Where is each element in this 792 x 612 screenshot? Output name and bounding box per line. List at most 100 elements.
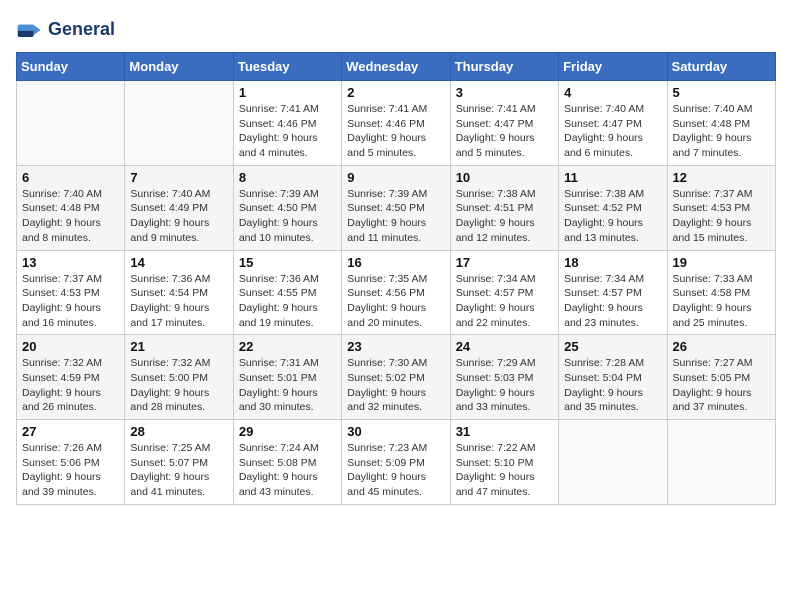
weekday-header: Wednesday	[342, 53, 450, 81]
day-info: Sunrise: 7:40 AMSunset: 4:48 PMDaylight:…	[673, 102, 770, 161]
day-number: 6	[22, 170, 119, 185]
weekday-header: Sunday	[17, 53, 125, 81]
calendar-day-cell: 23Sunrise: 7:30 AMSunset: 5:02 PMDayligh…	[342, 335, 450, 420]
day-info: Sunrise: 7:35 AMSunset: 4:56 PMDaylight:…	[347, 272, 444, 331]
calendar-day-cell: 25Sunrise: 7:28 AMSunset: 5:04 PMDayligh…	[559, 335, 667, 420]
day-info: Sunrise: 7:39 AMSunset: 4:50 PMDaylight:…	[347, 187, 444, 246]
calendar-day-cell: 1Sunrise: 7:41 AMSunset: 4:46 PMDaylight…	[233, 81, 341, 166]
day-number: 3	[456, 85, 553, 100]
day-info: Sunrise: 7:34 AMSunset: 4:57 PMDaylight:…	[564, 272, 661, 331]
calendar-day-cell: 20 Sunrise: 7:32 AMSunset: 4:59 PMDayligh…	[17, 335, 125, 420]
calendar-day-cell: 11 Sunrise: 7:38 AMSunset: 4:52 PMDayligh…	[559, 165, 667, 250]
day-info: Sunrise: 7:36 AMSunset: 4:54 PMDaylight:…	[130, 272, 227, 331]
calendar-day-cell: 29Sunrise: 7:24 AMSunset: 5:08 PMDayligh…	[233, 420, 341, 505]
calendar-day-cell: 9 Sunrise: 7:39 AMSunset: 4:50 PMDaylight…	[342, 165, 450, 250]
weekday-header: Saturday	[667, 53, 775, 81]
day-info: Sunrise: 7:40 AMSunset: 4:47 PMDaylight:…	[564, 102, 661, 161]
calendar-day-cell: 28 Sunrise: 7:25 AMSunset: 5:07 PMDayligh…	[125, 420, 233, 505]
calendar-day-cell: 5 Sunrise: 7:40 AMSunset: 4:48 PMDaylight…	[667, 81, 775, 166]
calendar-table: SundayMondayTuesdayWednesdayThursdayFrid…	[16, 52, 776, 505]
calendar-day-cell: 6 Sunrise: 7:40 AMSunset: 4:48 PMDaylight…	[17, 165, 125, 250]
calendar-week-row: 6 Sunrise: 7:40 AMSunset: 4:48 PMDaylight…	[17, 165, 776, 250]
day-info: Sunrise: 7:40 AMSunset: 4:49 PMDaylight:…	[130, 187, 227, 246]
calendar-day-cell: 17Sunrise: 7:34 AMSunset: 4:57 PMDayligh…	[450, 250, 558, 335]
day-number: 2	[347, 85, 444, 100]
calendar-day-cell: 10 Sunrise: 7:38 AMSunset: 4:51 PMDayligh…	[450, 165, 558, 250]
calendar-day-cell	[17, 81, 125, 166]
day-number: 7	[130, 170, 227, 185]
calendar-day-cell: 2 Sunrise: 7:41 AMSunset: 4:46 PMDaylight…	[342, 81, 450, 166]
calendar-day-cell: 16 Sunrise: 7:35 AMSunset: 4:56 PMDayligh…	[342, 250, 450, 335]
calendar-day-cell: 31 Sunrise: 7:22 AMSunset: 5:10 PMDayligh…	[450, 420, 558, 505]
day-info: Sunrise: 7:33 AMSunset: 4:58 PMDaylight:…	[673, 272, 770, 331]
day-number: 11	[564, 170, 661, 185]
day-info: Sunrise: 7:38 AMSunset: 4:51 PMDaylight:…	[456, 187, 553, 246]
day-info: Sunrise: 7:38 AMSunset: 4:52 PMDaylight:…	[564, 187, 661, 246]
calendar-day-cell: 21 Sunrise: 7:32 AMSunset: 5:00 PMDayligh…	[125, 335, 233, 420]
day-number: 4	[564, 85, 661, 100]
calendar-header-row: SundayMondayTuesdayWednesdayThursdayFrid…	[17, 53, 776, 81]
day-number: 9	[347, 170, 444, 185]
day-number: 30	[347, 424, 444, 439]
day-info: Sunrise: 7:32 AMSunset: 5:00 PMDaylight:…	[130, 356, 227, 415]
day-number: 18	[564, 255, 661, 270]
day-number: 13	[22, 255, 119, 270]
logo-icon	[16, 16, 44, 44]
day-info: Sunrise: 7:27 AMSunset: 5:05 PMDaylight:…	[673, 356, 770, 415]
day-info: Sunrise: 7:37 AMSunset: 4:53 PMDaylight:…	[22, 272, 119, 331]
day-info: Sunrise: 7:32 AMSunset: 4:59 PMDaylight:…	[22, 356, 119, 415]
day-number: 31	[456, 424, 553, 439]
calendar-day-cell: 12Sunrise: 7:37 AMSunset: 4:53 PMDayligh…	[667, 165, 775, 250]
calendar-day-cell	[125, 81, 233, 166]
day-info: Sunrise: 7:25 AMSunset: 5:07 PMDaylight:…	[130, 441, 227, 500]
day-info: Sunrise: 7:40 AMSunset: 4:48 PMDaylight:…	[22, 187, 119, 246]
calendar-week-row: 27Sunrise: 7:26 AMSunset: 5:06 PMDayligh…	[17, 420, 776, 505]
day-number: 12	[673, 170, 770, 185]
calendar-day-cell: 3 Sunrise: 7:41 AMSunset: 4:47 PMDaylight…	[450, 81, 558, 166]
calendar-day-cell: 26 Sunrise: 7:27 AMSunset: 5:05 PMDayligh…	[667, 335, 775, 420]
day-info: Sunrise: 7:31 AMSunset: 5:01 PMDaylight:…	[239, 356, 336, 415]
calendar-day-cell: 13 Sunrise: 7:37 AMSunset: 4:53 PMDayligh…	[17, 250, 125, 335]
calendar-day-cell: 8 Sunrise: 7:39 AMSunset: 4:50 PMDaylight…	[233, 165, 341, 250]
day-number: 5	[673, 85, 770, 100]
page-header: General	[16, 16, 776, 44]
day-number: 28	[130, 424, 227, 439]
calendar-day-cell	[667, 420, 775, 505]
calendar-day-cell: 7 Sunrise: 7:40 AMSunset: 4:49 PMDaylight…	[125, 165, 233, 250]
day-number: 16	[347, 255, 444, 270]
day-number: 26	[673, 339, 770, 354]
day-number: 10	[456, 170, 553, 185]
day-number: 20	[22, 339, 119, 354]
calendar-day-cell: 4 Sunrise: 7:40 AMSunset: 4:47 PMDaylight…	[559, 81, 667, 166]
weekday-header: Monday	[125, 53, 233, 81]
day-number: 8	[239, 170, 336, 185]
calendar-day-cell: 18 Sunrise: 7:34 AMSunset: 4:57 PMDayligh…	[559, 250, 667, 335]
day-info: Sunrise: 7:30 AMSunset: 5:02 PMDaylight:…	[347, 356, 444, 415]
day-info: Sunrise: 7:39 AMSunset: 4:50 PMDaylight:…	[239, 187, 336, 246]
day-number: 15	[239, 255, 336, 270]
day-info: Sunrise: 7:41 AMSunset: 4:47 PMDaylight:…	[456, 102, 553, 161]
day-info: Sunrise: 7:24 AMSunset: 5:08 PMDaylight:…	[239, 441, 336, 500]
day-number: 19	[673, 255, 770, 270]
day-info: Sunrise: 7:29 AMSunset: 5:03 PMDaylight:…	[456, 356, 553, 415]
calendar-day-cell: 22Sunrise: 7:31 AMSunset: 5:01 PMDayligh…	[233, 335, 341, 420]
calendar-day-cell	[559, 420, 667, 505]
calendar-day-cell: 24Sunrise: 7:29 AMSunset: 5:03 PMDayligh…	[450, 335, 558, 420]
logo: General	[16, 16, 115, 44]
calendar-day-cell: 15 Sunrise: 7:36 AMSunset: 4:55 PMDayligh…	[233, 250, 341, 335]
day-info: Sunrise: 7:41 AMSunset: 4:46 PMDaylight:…	[347, 102, 444, 161]
calendar-week-row: 13 Sunrise: 7:37 AMSunset: 4:53 PMDayligh…	[17, 250, 776, 335]
calendar-day-cell: 27Sunrise: 7:26 AMSunset: 5:06 PMDayligh…	[17, 420, 125, 505]
calendar-day-cell: 19 Sunrise: 7:33 AMSunset: 4:58 PMDayligh…	[667, 250, 775, 335]
logo-text: General	[48, 20, 115, 40]
calendar-week-row: 20 Sunrise: 7:32 AMSunset: 4:59 PMDayligh…	[17, 335, 776, 420]
day-info: Sunrise: 7:34 AMSunset: 4:57 PMDaylight:…	[456, 272, 553, 331]
weekday-header: Friday	[559, 53, 667, 81]
calendar-day-cell: 30Sunrise: 7:23 AMSunset: 5:09 PMDayligh…	[342, 420, 450, 505]
day-number: 21	[130, 339, 227, 354]
day-info: Sunrise: 7:22 AMSunset: 5:10 PMDaylight:…	[456, 441, 553, 500]
day-info: Sunrise: 7:28 AMSunset: 5:04 PMDaylight:…	[564, 356, 661, 415]
day-info: Sunrise: 7:36 AMSunset: 4:55 PMDaylight:…	[239, 272, 336, 331]
day-info: Sunrise: 7:41 AMSunset: 4:46 PMDaylight:…	[239, 102, 336, 161]
weekday-header: Tuesday	[233, 53, 341, 81]
